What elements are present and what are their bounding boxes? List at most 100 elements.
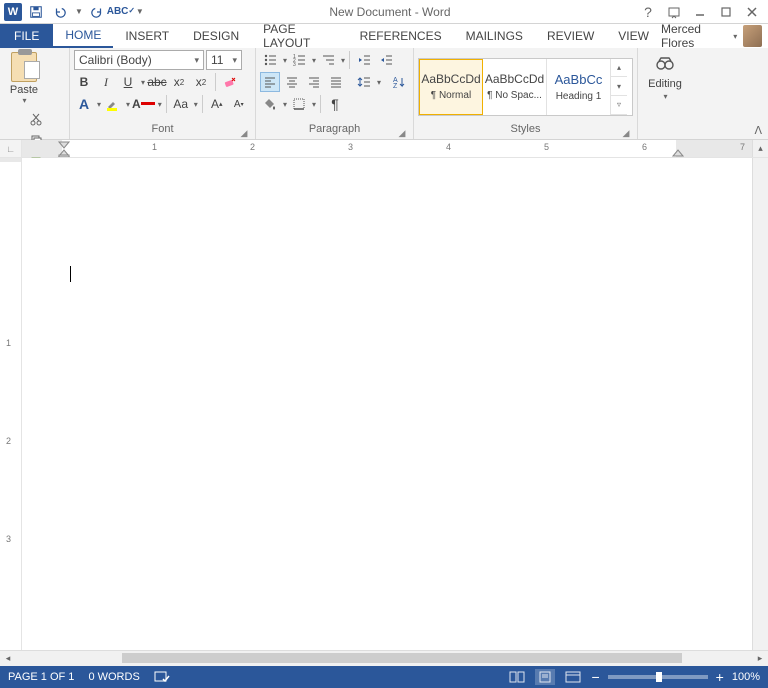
group-clipboard: Paste ▾ Clipboard◢ <box>0 48 70 139</box>
close-button[interactable] <box>740 2 764 22</box>
show-marks-button[interactable]: ¶ <box>325 94 345 114</box>
tab-insert[interactable]: INSERT <box>113 24 181 48</box>
align-center-button[interactable] <box>282 72 302 92</box>
paste-dropdown[interactable]: ▾ <box>22 96 26 105</box>
text-effects-button[interactable]: A <box>74 94 94 114</box>
style-no-spacing[interactable]: AaBbCcDd ¶ No Spac... <box>483 59 547 115</box>
hscroll-thumb[interactable] <box>122 653 682 663</box>
web-layout-button[interactable] <box>563 669 583 685</box>
tab-home[interactable]: HOME <box>53 24 113 48</box>
save-button[interactable] <box>26 2 46 22</box>
hscroll-left[interactable]: ◂ <box>0 651 16 666</box>
qat-customize[interactable]: ▼ <box>136 7 144 16</box>
cut-button[interactable] <box>6 109 65 129</box>
user-dropdown[interactable]: ▾ <box>733 32 737 41</box>
ruler-row: ∟ 1 2 3 4 5 6 7 ▴ <box>0 140 768 158</box>
read-mode-button[interactable] <box>507 669 527 685</box>
ribbon: Paste ▾ Clipboard◢ Calibri (Body)▾ 11▾ B… <box>0 48 768 140</box>
increase-indent-button[interactable] <box>376 50 396 70</box>
font-size-select[interactable]: 11▾ <box>206 50 242 70</box>
hanging-indent-icon[interactable] <box>58 149 70 157</box>
vertical-ruler[interactable]: 1 2 3 <box>0 158 22 650</box>
horizontal-scrollbar[interactable]: ◂ ▸ <box>0 650 768 666</box>
justify-button[interactable] <box>326 72 346 92</box>
paragraph-launcher[interactable]: ◢ <box>397 128 407 138</box>
help-button[interactable]: ? <box>636 2 660 22</box>
vertical-scrollbar[interactable] <box>752 158 768 650</box>
paste-button[interactable]: Paste ▾ <box>4 50 44 105</box>
strikethrough-button[interactable]: abc <box>147 72 167 92</box>
window-title: New Document - Word <box>144 5 636 19</box>
multilevel-button[interactable] <box>318 50 338 70</box>
numbering-button[interactable]: 123 <box>289 50 309 70</box>
user-name[interactable]: Merced Flores <box>661 22 726 50</box>
document-canvas[interactable] <box>22 158 752 650</box>
undo-dropdown[interactable]: ▼ <box>75 7 83 16</box>
scroll-up-button[interactable]: ▴ <box>752 140 768 157</box>
line-spacing-button[interactable] <box>354 72 374 92</box>
superscript-button[interactable]: x2 <box>191 72 211 92</box>
style-normal[interactable]: AaBbCcDd ¶ Normal <box>419 59 483 115</box>
style-expand[interactable]: ▿ <box>611 96 627 115</box>
styles-group-label: Styles <box>511 123 541 135</box>
spell-status-icon[interactable] <box>154 670 170 684</box>
change-case-button[interactable]: Aa <box>171 94 191 114</box>
title-bar: W ▼ ABC✓ ▼ New Document - Word ? <box>0 0 768 24</box>
spellcheck-button[interactable]: ABC✓ <box>111 2 131 22</box>
tab-page-layout[interactable]: PAGE LAYOUT <box>251 24 347 48</box>
tab-mailings[interactable]: MAILINGS <box>454 24 535 48</box>
find-icon[interactable] <box>654 54 676 76</box>
zoom-level[interactable]: 100% <box>732 671 760 683</box>
decrease-indent-button[interactable] <box>354 50 374 70</box>
tab-design[interactable]: DESIGN <box>181 24 251 48</box>
subscript-button[interactable]: x2 <box>169 72 189 92</box>
editing-dropdown[interactable]: ▾ <box>663 92 667 101</box>
style-scroll-down[interactable]: ▾ <box>611 77 627 96</box>
print-layout-button[interactable] <box>535 669 555 685</box>
bold-button[interactable]: B <box>74 72 94 92</box>
font-color-button[interactable]: A <box>132 94 155 114</box>
sort-button[interactable]: AZ <box>389 72 409 92</box>
group-paragraph: ▾ 123▾ ▾ ▾ AZ ▾ ▾ ¶ <box>256 48 414 139</box>
font-launcher[interactable]: ◢ <box>239 128 249 138</box>
minimize-button[interactable] <box>688 2 712 22</box>
maximize-button[interactable] <box>714 2 738 22</box>
tab-review[interactable]: REVIEW <box>535 24 606 48</box>
style-scroll-up[interactable]: ▴ <box>611 59 627 78</box>
avatar[interactable] <box>743 25 762 47</box>
shrink-font-button[interactable]: A▾ <box>229 94 249 114</box>
styles-launcher[interactable]: ◢ <box>621 128 631 138</box>
word-icon: W <box>4 3 22 21</box>
zoom-out-button[interactable]: − <box>591 669 599 685</box>
undo-button[interactable] <box>50 2 70 22</box>
font-name-select[interactable]: Calibri (Body)▾ <box>74 50 204 70</box>
underline-button[interactable]: U <box>118 72 138 92</box>
clear-formatting-button[interactable] <box>220 72 240 92</box>
tab-file[interactable]: FILE <box>0 24 53 48</box>
right-indent-icon[interactable] <box>672 149 684 157</box>
italic-button[interactable]: I <box>96 72 116 92</box>
align-right-button[interactable] <box>304 72 324 92</box>
zoom-slider[interactable] <box>608 675 708 679</box>
first-line-indent-icon[interactable] <box>58 141 70 149</box>
shading-button[interactable] <box>260 94 280 114</box>
grow-font-button[interactable]: A▴ <box>207 94 227 114</box>
redo-button[interactable] <box>87 2 107 22</box>
style-heading1[interactable]: AaBbCc Heading 1 <box>547 59 611 115</box>
highlight-button[interactable] <box>103 94 123 114</box>
hscroll-right[interactable]: ▸ <box>752 651 768 666</box>
align-left-button[interactable] <box>260 72 280 92</box>
paste-icon <box>11 52 37 82</box>
horizontal-ruler[interactable]: 1 2 3 4 5 6 7 <box>22 140 752 157</box>
tab-references[interactable]: REFERENCES <box>348 24 454 48</box>
svg-text:3: 3 <box>293 62 296 67</box>
collapse-ribbon-button[interactable]: ᐱ <box>754 124 762 137</box>
borders-button[interactable] <box>289 94 309 114</box>
ribbon-display-button[interactable] <box>662 2 686 22</box>
page-status[interactable]: PAGE 1 OF 1 <box>8 671 74 683</box>
bullets-button[interactable] <box>260 50 280 70</box>
tab-view[interactable]: VIEW <box>606 24 661 48</box>
word-count[interactable]: 0 WORDS <box>88 671 139 683</box>
page[interactable] <box>22 158 742 650</box>
zoom-in-button[interactable]: + <box>716 669 724 685</box>
